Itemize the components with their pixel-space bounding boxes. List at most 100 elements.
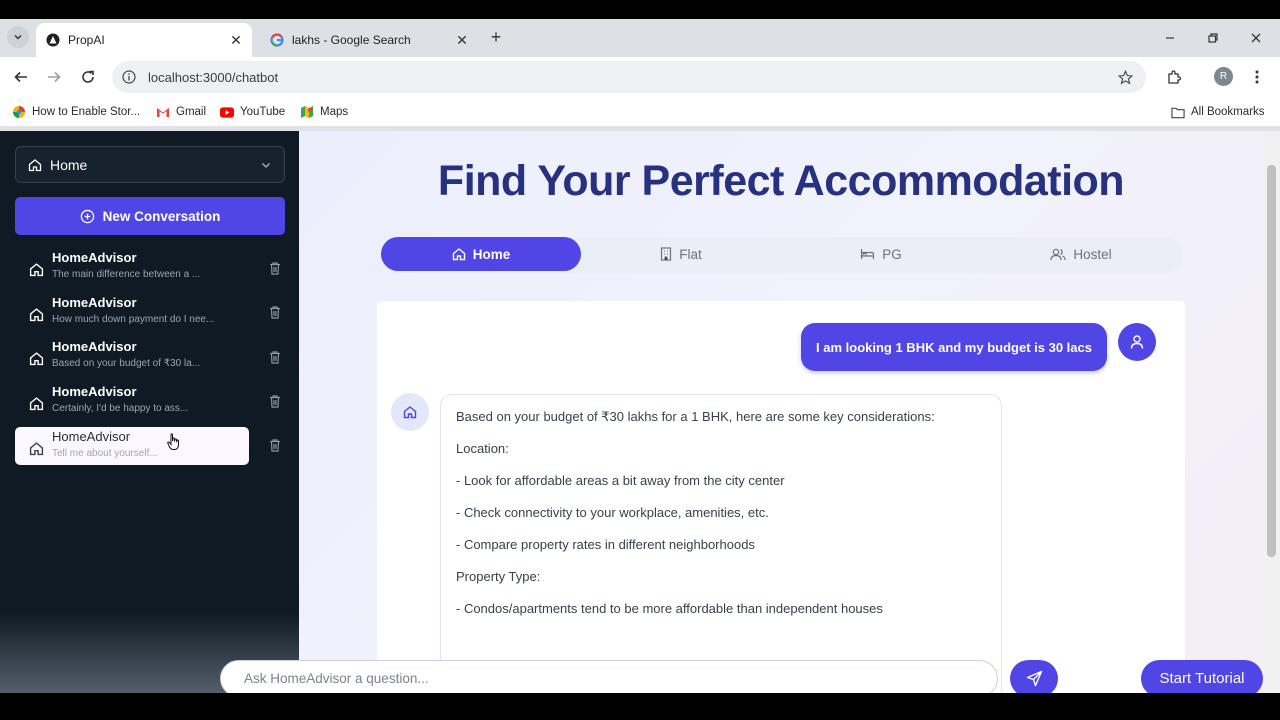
sidebar: Home New Conversation HomeAdvisor The ma…	[0, 131, 299, 693]
conversation-title: HomeAdvisor	[52, 250, 137, 265]
new-tab-button[interactable]: +	[486, 28, 506, 48]
page-content: Home New Conversation HomeAdvisor The ma…	[0, 131, 1280, 693]
conversation-item[interactable]: HomeAdvisor Based on your budget of ₹30 …	[15, 337, 249, 375]
chevron-down-icon	[14, 34, 22, 40]
drive-icon	[12, 105, 26, 119]
trash-icon[interactable]	[267, 393, 283, 409]
new-conversation-label: New Conversation	[102, 208, 221, 224]
question-input[interactable]: Ask HomeAdvisor a question...	[220, 660, 998, 693]
profile-avatar[interactable]: R	[1214, 67, 1233, 86]
chat-panel: I am looking 1 BHK and my budget is 30 l…	[377, 301, 1185, 693]
conversation-preview: The main difference between a ...	[52, 269, 201, 280]
bookmark-item[interactable]: Maps	[300, 103, 348, 121]
building-icon	[661, 247, 672, 261]
home-icon	[28, 158, 42, 171]
accommodation-type-select[interactable]: Home	[15, 146, 285, 183]
forward-icon[interactable]	[43, 66, 65, 88]
conversation-item[interactable]: HomeAdvisor The main difference between …	[15, 248, 249, 286]
user-avatar	[1118, 323, 1156, 361]
all-bookmarks-label: All Bookmarks	[1191, 106, 1265, 118]
close-icon[interactable]: ✕	[228, 32, 244, 48]
user-message: I am looking 1 BHK and my budget is 30 l…	[801, 323, 1107, 371]
trash-icon[interactable]	[267, 304, 283, 320]
conversation-title: HomeAdvisor	[52, 295, 137, 310]
close-window-icon[interactable]	[1246, 28, 1266, 48]
home-icon	[29, 397, 44, 411]
browser-toolbar: localhost:3000/chatbot R	[0, 57, 1280, 97]
tab-pg[interactable]: PG	[781, 237, 981, 271]
user-icon	[1130, 335, 1144, 349]
bed-icon	[861, 249, 875, 259]
tab-flat[interactable]: Flat	[581, 237, 781, 271]
close-icon[interactable]: ✕	[454, 32, 470, 48]
folder-icon	[1171, 105, 1185, 119]
plus-circle-icon	[80, 209, 94, 223]
bookmark-label: YouTube	[240, 106, 286, 118]
bot-avatar	[391, 393, 429, 431]
tab-label: Hostel	[1073, 246, 1112, 262]
tab-title: lakhs - Google Search	[292, 33, 411, 47]
bookmark-label: How to Enable Stor...	[32, 106, 141, 118]
maps-icon	[300, 105, 314, 119]
extensions-icon[interactable]	[1163, 66, 1185, 88]
home-icon	[29, 263, 44, 277]
bot-message-line: Location:	[456, 441, 509, 456]
users-icon	[1050, 248, 1066, 260]
conversation-item-active[interactable]: HomeAdvisor Tell me about yourself...	[15, 427, 249, 465]
home-icon	[29, 352, 44, 366]
tab-home[interactable]: Home	[381, 237, 581, 271]
minimize-icon[interactable]	[1160, 28, 1180, 48]
address-bar[interactable]: localhost:3000/chatbot	[112, 61, 1146, 93]
tab-label: Flat	[679, 246, 702, 262]
bot-message: Based on your budget of ₹30 lakhs for a …	[440, 394, 1002, 693]
bookmark-item[interactable]: YouTube	[220, 103, 285, 121]
start-tutorial-button[interactable]: Start Tutorial	[1141, 660, 1263, 693]
send-button[interactable]	[1010, 660, 1058, 693]
conversation-preview: Based on your budget of ₹30 la...	[52, 358, 201, 369]
tab-hostel[interactable]: Hostel	[981, 237, 1181, 271]
page-title: Find Your Perfect Accommodation	[437, 157, 1125, 205]
bot-message-line: - Condos/apartments tend to be more affo…	[456, 601, 883, 616]
bot-message-line: Property Type:	[456, 569, 541, 584]
tab-google-search[interactable]: lakhs - Google Search ✕	[260, 23, 478, 57]
new-conversation-button[interactable]: New Conversation	[15, 197, 285, 235]
conversation-item[interactable]: HomeAdvisor Certainly, I'd be happy to a…	[15, 382, 249, 420]
all-bookmarks[interactable]: All Bookmarks	[1171, 103, 1265, 121]
more-menu-icon[interactable]	[1246, 66, 1268, 88]
tab-label: Home	[472, 246, 511, 262]
bookmark-item[interactable]: How to Enable Stor...	[12, 103, 140, 121]
bookmark-label: Maps	[320, 106, 349, 118]
trash-icon[interactable]	[267, 437, 283, 453]
main-area: Find Your Perfect Accommodation Home Fla…	[299, 131, 1263, 693]
tab-title: PropAI	[68, 33, 105, 47]
conversation-title: HomeAdvisor	[52, 429, 131, 444]
bookmark-item[interactable]: Gmail	[156, 103, 206, 121]
conversation-item[interactable]: HomeAdvisor How much down payment do I n…	[15, 293, 249, 331]
home-icon	[452, 248, 465, 261]
reload-icon[interactable]	[77, 66, 99, 88]
bookmark-star-icon[interactable]	[1116, 68, 1134, 86]
trash-icon[interactable]	[267, 260, 283, 276]
page-scrollbar[interactable]	[1263, 131, 1280, 693]
select-value: Home	[50, 156, 88, 173]
youtube-icon	[220, 105, 234, 119]
bot-message-line: Based on your budget of ₹30 lakhs for a …	[456, 409, 935, 424]
trash-icon[interactable]	[267, 349, 283, 365]
screen: PropAI ✕ lakhs - Google Search ✕ + local…	[0, 0, 1280, 720]
browser-window: PropAI ✕ lakhs - Google Search ✕ + local…	[0, 19, 1280, 693]
tab-search-button[interactable]	[7, 26, 29, 48]
home-icon	[29, 442, 44, 456]
restore-icon[interactable]	[1203, 28, 1223, 48]
hand-cursor-icon	[167, 433, 179, 450]
tab-label: PG	[882, 246, 902, 262]
bookmark-label: Gmail	[176, 106, 207, 118]
google-icon	[269, 32, 285, 48]
back-icon[interactable]	[10, 66, 32, 88]
tab-propai[interactable]: PropAI ✕	[36, 23, 252, 57]
scrollbar-thumb[interactable]	[1267, 165, 1276, 557]
conversation-preview: How much down payment do I nee...	[52, 314, 215, 325]
site-info-icon[interactable]	[120, 68, 138, 86]
bookmarks-bar: How to Enable Stor... Gmail YouTube Maps…	[0, 97, 1280, 127]
conversation-title: HomeAdvisor	[52, 384, 137, 399]
conversation-preview: Certainly, I'd be happy to ass...	[52, 403, 189, 414]
